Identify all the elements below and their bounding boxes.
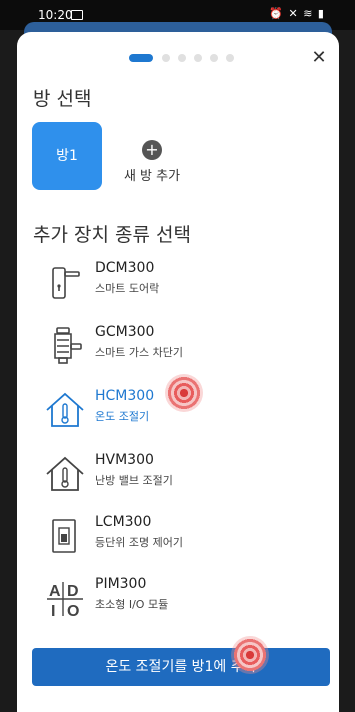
device-item-lcm300[interactable]: LCM300 등단위 조명 제어기 [43, 512, 303, 564]
device-description: 스마트 가스 차단기 [95, 346, 183, 359]
device-name: LCM300 [95, 514, 152, 530]
door-lock-icon [52, 267, 80, 299]
device-name: HCM300 [95, 388, 155, 404]
step-dot [226, 54, 234, 62]
room-section-title: 방 선택 [33, 88, 92, 110]
device-item-hvm300[interactable]: HVM300 난방 밸브 조절기 [43, 450, 303, 502]
step-dot [194, 54, 202, 62]
add-device-sheet: ✕ 방 선택 방1 + 새 방 추가 추가 장치 종류 선택 DCM300 스마… [17, 32, 339, 712]
light-switch-icon [52, 519, 76, 553]
tap-indicator [231, 636, 269, 674]
svg-text:O: O [67, 603, 79, 620]
step-dot [210, 54, 218, 62]
add-room-button[interactable]: + 새 방 추가 [117, 140, 187, 184]
image-notification-icon [71, 10, 83, 20]
device-description: 난방 밸브 조절기 [95, 474, 173, 487]
device-name: PIM300 [95, 576, 147, 592]
device-description: 온도 조절기 [95, 410, 150, 423]
clock: 10:20 [38, 8, 73, 22]
room-button-1[interactable]: 방1 [32, 122, 102, 190]
svg-text:A: A [49, 583, 61, 600]
device-description: 등단위 조명 제어기 [95, 536, 183, 549]
step-dot [162, 54, 170, 62]
device-description: 스마트 도어락 [95, 282, 160, 295]
tap-indicator [165, 374, 203, 412]
svg-text:I: I [51, 603, 55, 620]
step-dot [178, 54, 186, 62]
svg-text:D: D [67, 583, 79, 600]
add-device-button[interactable]: 온도 조절기를 방1에 추가 [32, 648, 330, 686]
device-item-gcm300[interactable]: GCM300 스마트 가스 차단기 [43, 322, 303, 374]
device-name: DCM300 [95, 260, 155, 276]
add-room-label: 새 방 추가 [123, 169, 181, 184]
device-name: GCM300 [95, 324, 155, 340]
close-icon[interactable]: ✕ [309, 48, 329, 68]
device-item-pim300[interactable]: A D I O PIM300 초소형 I/O 모듈 [43, 574, 303, 626]
device-item-dcm300[interactable]: DCM300 스마트 도어락 [43, 258, 303, 310]
gas-valve-icon [54, 327, 82, 364]
device-description: 초소형 I/O 모듈 [95, 598, 169, 611]
house-thermometer-icon [46, 392, 84, 427]
house-thermometer-icon [46, 456, 84, 491]
step-dot-active [129, 54, 153, 62]
adio-icon: A D I O [47, 582, 83, 620]
plus-icon: + [142, 140, 162, 160]
device-section-title: 추가 장치 종류 선택 [33, 224, 191, 246]
device-name: HVM300 [95, 452, 154, 468]
status-icons: ⏰ ✕ ≋ ▮ [269, 7, 325, 20]
